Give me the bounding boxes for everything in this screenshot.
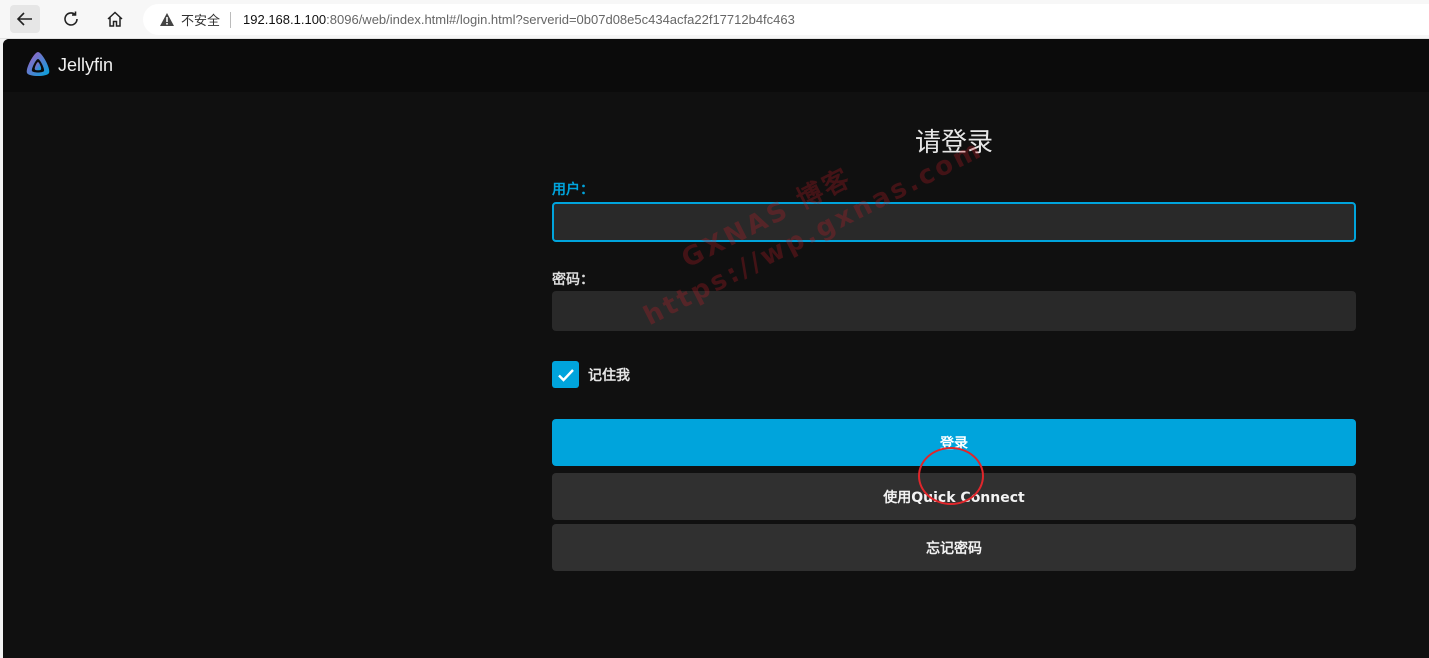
reload-icon bbox=[64, 11, 78, 26]
warning-icon bbox=[160, 13, 174, 26]
address-bar[interactable]: 不安全 192.168.1.100:8096/web/index.html#/l… bbox=[143, 4, 1429, 35]
page-title: 请登录 bbox=[914, 128, 993, 158]
quick-connect-button[interactable]: 使用Quick Connect bbox=[552, 473, 1356, 520]
forgot-password-button[interactable]: 忘记密码 bbox=[552, 524, 1356, 571]
reload-button[interactable] bbox=[56, 5, 86, 33]
home-button[interactable] bbox=[100, 5, 130, 33]
browser-toolbar: 不安全 192.168.1.100:8096/web/index.html#/l… bbox=[0, 0, 1429, 39]
jellyfin-app: Jellyfin 请登录 用户： 密码： 记住我 登录 使用Quick Conn… bbox=[3, 39, 1429, 658]
security-status[interactable]: 不安全 bbox=[181, 10, 220, 29]
checkmark-icon bbox=[557, 368, 574, 382]
username-label: 用户： bbox=[552, 182, 594, 198]
app-header: Jellyfin bbox=[3, 39, 1429, 92]
back-button[interactable] bbox=[10, 5, 40, 33]
logo-text: Jellyfin bbox=[58, 54, 114, 75]
password-input[interactable] bbox=[552, 291, 1356, 331]
remember-me-checkbox[interactable] bbox=[552, 361, 579, 388]
username-input[interactable] bbox=[552, 202, 1356, 242]
home-icon bbox=[107, 11, 123, 27]
url-path: :8096/web/index.html#/login.html?serveri… bbox=[326, 12, 795, 27]
login-button[interactable]: 登录 bbox=[552, 419, 1356, 466]
url-text[interactable]: 192.168.1.100:8096/web/index.html#/login… bbox=[243, 12, 795, 27]
jellyfin-logo-icon bbox=[26, 52, 50, 76]
password-label: 密码： bbox=[552, 272, 594, 288]
login-form: 请登录 用户： 密码： 记住我 登录 使用Quick Connect 忘记密码 bbox=[552, 125, 1356, 571]
url-host: 192.168.1.100 bbox=[243, 12, 327, 27]
jellyfin-logo[interactable]: Jellyfin bbox=[23, 50, 113, 80]
address-divider bbox=[230, 11, 232, 28]
arrow-left-icon bbox=[16, 12, 32, 26]
remember-me-row[interactable]: 记住我 bbox=[552, 361, 630, 388]
remember-me-label: 记住我 bbox=[588, 367, 630, 384]
